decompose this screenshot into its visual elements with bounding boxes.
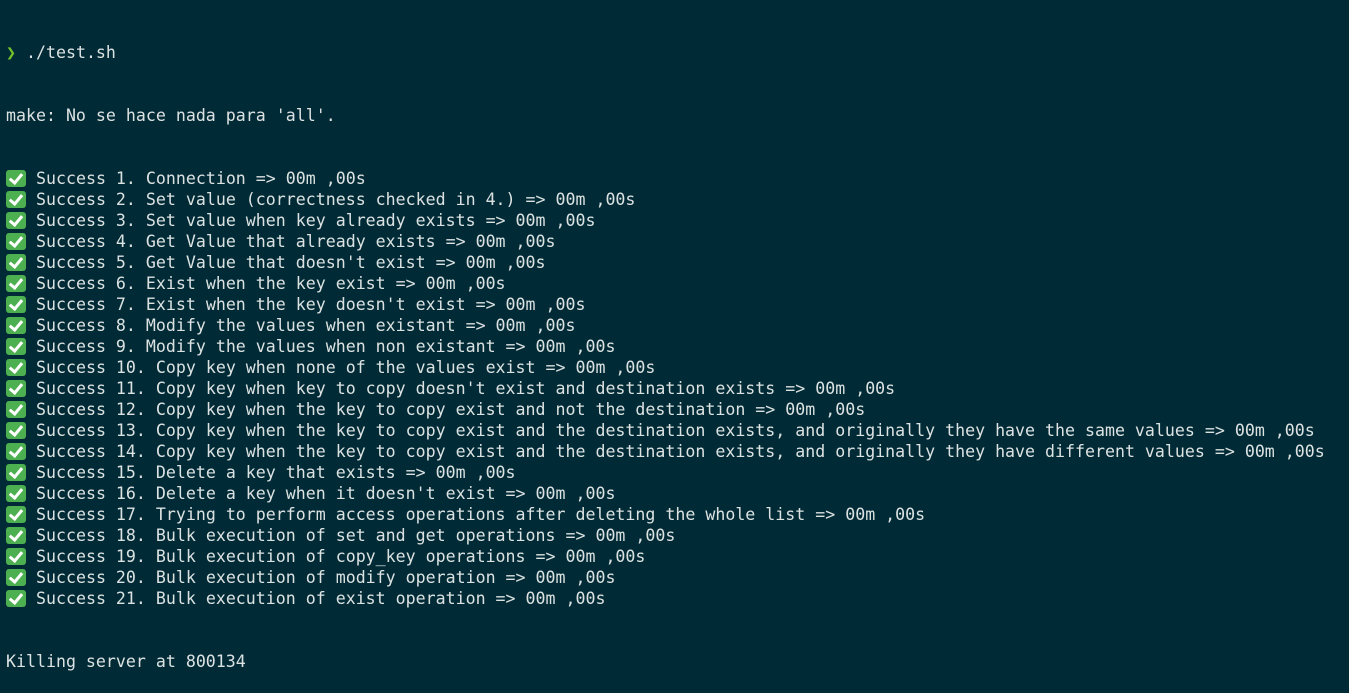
test-result-text: Success 4. Get Value that already exists… bbox=[36, 232, 556, 251]
test-result-text: Success 8. Modify the values when exista… bbox=[36, 316, 576, 335]
test-result-text: Success 1. Connection => 00m ,00s bbox=[36, 169, 366, 188]
test-result-text: Success 21. Bulk execution of exist oper… bbox=[36, 589, 606, 608]
test-result-text: Success 17. Trying to perform access ope… bbox=[36, 505, 926, 524]
check-mark-icon bbox=[6, 359, 26, 376]
prompt-line: ❯ ./test.sh bbox=[6, 42, 1349, 63]
test-result-line: Success 11. Copy key when key to copy do… bbox=[6, 378, 1349, 399]
make-output-line: make: No se hace nada para 'all'. bbox=[6, 106, 336, 125]
test-result-text: Success 3. Set value when key already ex… bbox=[36, 211, 596, 230]
check-mark-icon bbox=[6, 401, 26, 418]
test-result-line: Success 5. Get Value that doesn't exist … bbox=[6, 252, 1349, 273]
prompt-arrow-icon: ❯ bbox=[6, 43, 16, 62]
test-result-text: Success 15. Delete a key that exists => … bbox=[36, 463, 516, 482]
test-result-line: Success 4. Get Value that already exists… bbox=[6, 231, 1349, 252]
check-mark-icon bbox=[6, 485, 26, 502]
test-result-line: Success 16. Delete a key when it doesn't… bbox=[6, 483, 1349, 504]
check-mark-icon bbox=[6, 422, 26, 439]
check-mark-icon bbox=[6, 296, 26, 313]
check-mark-icon bbox=[6, 464, 26, 481]
test-result-line: Success 3. Set value when key already ex… bbox=[6, 210, 1349, 231]
test-result-text: Success 11. Copy key when key to copy do… bbox=[36, 379, 896, 398]
check-mark-icon bbox=[6, 317, 26, 334]
test-result-text: Success 12. Copy key when the key to cop… bbox=[36, 400, 866, 419]
check-mark-icon bbox=[6, 380, 26, 397]
test-result-text: Success 10. Copy key when none of the va… bbox=[36, 358, 656, 377]
test-result-text: Success 7. Exist when the key doesn't ex… bbox=[36, 295, 586, 314]
test-result-line: Success 10. Copy key when none of the va… bbox=[6, 357, 1349, 378]
footer-line: Killing server at 800134 bbox=[6, 652, 246, 671]
test-result-line: Success 8. Modify the values when exista… bbox=[6, 315, 1349, 336]
check-mark-icon bbox=[6, 338, 26, 355]
test-result-line: Success 1. Connection => 00m ,00s bbox=[6, 168, 1349, 189]
check-mark-icon bbox=[6, 590, 26, 607]
test-result-text: Success 9. Modify the values when non ex… bbox=[36, 337, 616, 356]
test-result-text: Success 13. Copy key when the key to cop… bbox=[36, 421, 1315, 440]
test-result-line: Success 6. Exist when the key exist => 0… bbox=[6, 273, 1349, 294]
test-result-line: Success 15. Delete a key that exists => … bbox=[6, 462, 1349, 483]
check-mark-icon bbox=[6, 443, 26, 460]
check-mark-icon bbox=[6, 191, 26, 208]
test-result-line: Success 17. Trying to perform access ope… bbox=[6, 504, 1349, 525]
test-result-line: Success 20. Bulk execution of modify ope… bbox=[6, 567, 1349, 588]
check-mark-icon bbox=[6, 254, 26, 271]
test-result-line: Success 7. Exist when the key doesn't ex… bbox=[6, 294, 1349, 315]
test-result-line: Success 9. Modify the values when non ex… bbox=[6, 336, 1349, 357]
test-result-line: Success 21. Bulk execution of exist oper… bbox=[6, 588, 1349, 609]
check-mark-icon bbox=[6, 275, 26, 292]
check-mark-icon bbox=[6, 569, 26, 586]
check-mark-icon bbox=[6, 233, 26, 250]
check-mark-icon bbox=[6, 170, 26, 187]
prompt-command: ./test.sh bbox=[26, 43, 116, 62]
test-result-text: Success 19. Bulk execution of copy_key o… bbox=[36, 547, 646, 566]
test-result-text: Success 5. Get Value that doesn't exist … bbox=[36, 253, 546, 272]
test-result-line: Success 18. Bulk execution of set and ge… bbox=[6, 525, 1349, 546]
test-result-line: Success 13. Copy key when the key to cop… bbox=[6, 420, 1349, 441]
test-result-text: Success 20. Bulk execution of modify ope… bbox=[36, 568, 616, 587]
check-mark-icon bbox=[6, 212, 26, 229]
test-result-text: Success 16. Delete a key when it doesn't… bbox=[36, 484, 616, 503]
test-result-line: Success 2. Set value (correctness checke… bbox=[6, 189, 1349, 210]
test-result-text: Success 6. Exist when the key exist => 0… bbox=[36, 274, 506, 293]
test-results-list: Success 1. Connection => 00m ,00s Success… bbox=[6, 168, 1349, 609]
test-result-line: Success 12. Copy key when the key to cop… bbox=[6, 399, 1349, 420]
test-result-text: Success 2. Set value (correctness checke… bbox=[36, 190, 636, 209]
test-result-text: Success 18. Bulk execution of set and ge… bbox=[36, 526, 676, 545]
check-mark-icon bbox=[6, 548, 26, 565]
check-mark-icon bbox=[6, 527, 26, 544]
test-result-line: Success 19. Bulk execution of copy_key o… bbox=[6, 546, 1349, 567]
test-result-text: Success 14. Copy key when the key to cop… bbox=[36, 442, 1325, 461]
check-mark-icon bbox=[6, 506, 26, 523]
test-result-line: Success 14. Copy key when the key to cop… bbox=[6, 441, 1349, 462]
terminal-window[interactable]: ❯ ./test.sh make: No se hace nada para '… bbox=[0, 0, 1349, 671]
